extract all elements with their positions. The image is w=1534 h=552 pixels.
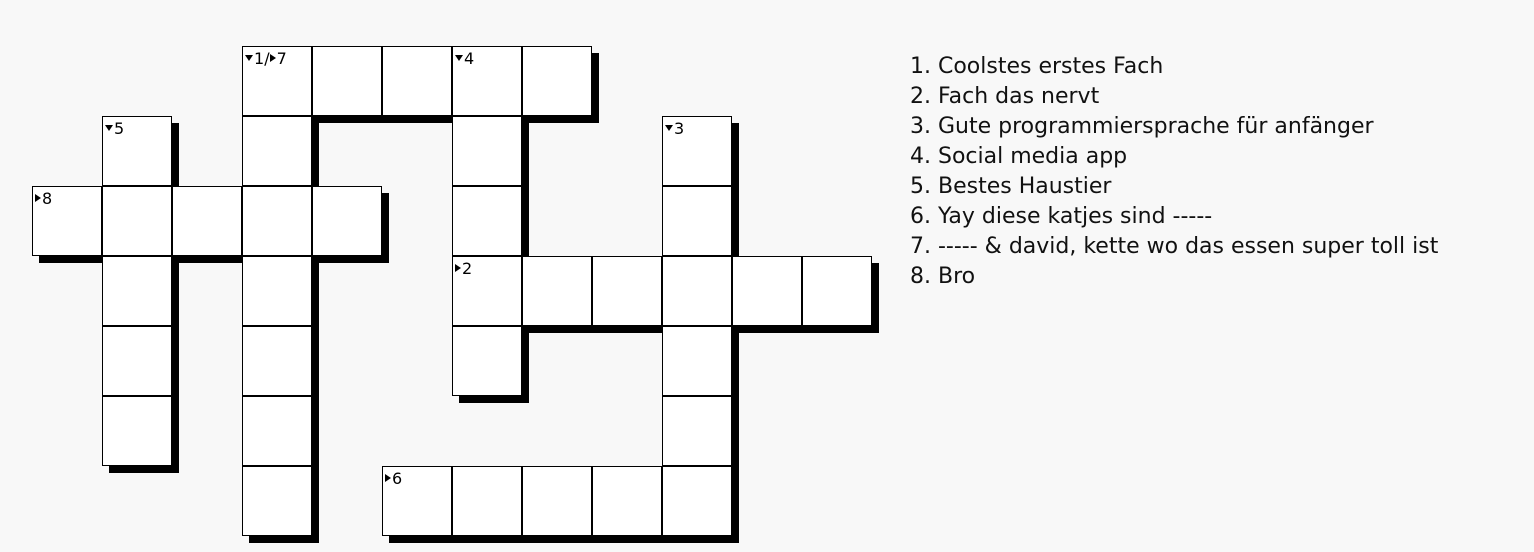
down-arrow-icon — [455, 54, 463, 61]
clue-number-label: 2 — [455, 261, 472, 277]
clue-number: 6 — [392, 469, 403, 488]
clue-number-label: 4 — [455, 51, 474, 67]
grid-cell[interactable]: 6 — [382, 466, 452, 536]
clue-item: 1. Coolstes erstes Fach — [910, 54, 1164, 79]
grid-cell[interactable] — [522, 46, 592, 116]
grid-cell[interactable] — [522, 256, 592, 326]
grid-cell[interactable]: 8 — [32, 186, 102, 256]
grid-cell[interactable] — [242, 256, 312, 326]
right-arrow-icon — [269, 53, 276, 62]
grid-cell[interactable] — [592, 256, 662, 326]
grid-cell[interactable] — [662, 466, 732, 536]
grid-cell[interactable] — [102, 326, 172, 396]
down-arrow-icon — [665, 124, 673, 131]
grid-cell[interactable] — [662, 326, 732, 396]
grid-cell[interactable] — [662, 186, 732, 256]
clue-list: 1. Coolstes erstes Fach 2. Fach das nerv… — [910, 52, 1438, 292]
crossword-grid: 1/7 4 2 5 3 8 6 — [0, 0, 900, 552]
grid-cell[interactable] — [242, 186, 312, 256]
grid-cell[interactable] — [242, 466, 312, 536]
grid-cell[interactable] — [382, 46, 452, 116]
grid-cell[interactable] — [452, 186, 522, 256]
clue-number: 3 — [674, 119, 685, 138]
clue-number: 4 — [464, 49, 475, 68]
grid-cell[interactable] — [312, 186, 382, 256]
clue-number: 8 — [42, 189, 53, 208]
grid-cell[interactable] — [662, 256, 732, 326]
grid-cell[interactable] — [102, 396, 172, 466]
grid-cell[interactable] — [522, 466, 592, 536]
grid-cell[interactable]: 4 — [452, 46, 522, 116]
clue-item: 5. Bestes Haustier — [910, 174, 1112, 199]
right-arrow-icon — [35, 193, 41, 202]
grid-cell[interactable] — [242, 326, 312, 396]
clue-number: 7 — [276, 49, 287, 68]
grid-cell[interactable] — [312, 46, 382, 116]
clue-number: 1 — [254, 49, 265, 68]
clue-number-label: 8 — [35, 191, 52, 207]
grid-cell[interactable] — [732, 256, 802, 326]
grid-cell[interactable] — [802, 256, 872, 326]
grid-cell[interactable] — [242, 116, 312, 186]
grid-cell[interactable]: 3 — [662, 116, 732, 186]
clue-item: 6. Yay diese katjes sind ----- — [910, 204, 1213, 229]
grid-cell[interactable] — [102, 256, 172, 326]
clue-item: 2. Fach das nervt — [910, 84, 1100, 109]
clue-number-label: 6 — [385, 471, 402, 487]
clue-number: 2 — [462, 259, 473, 278]
clue-number-label: 5 — [105, 121, 124, 137]
clue-item: 8. Bro — [910, 264, 976, 289]
grid-cell[interactable] — [452, 326, 522, 396]
clue-item: 7. ----- & david, kette wo das essen sup… — [910, 234, 1439, 259]
clue-number: 5 — [114, 119, 125, 138]
grid-cell[interactable] — [172, 186, 242, 256]
grid-cell[interactable] — [592, 466, 662, 536]
grid-cell[interactable] — [452, 466, 522, 536]
grid-cell[interactable] — [102, 186, 172, 256]
clue-item: 3. Gute programmiersprache für anfänger — [910, 114, 1374, 139]
clue-item: 4. Social media app — [910, 144, 1128, 169]
clue-number-label: 3 — [665, 121, 684, 137]
right-arrow-icon — [385, 473, 391, 482]
grid-cell[interactable] — [242, 396, 312, 466]
right-arrow-icon — [455, 263, 461, 272]
grid-cell[interactable]: 5 — [102, 116, 172, 186]
grid-cell[interactable] — [452, 116, 522, 186]
grid-cell[interactable]: 2 — [452, 256, 522, 326]
down-arrow-icon — [245, 54, 253, 61]
grid-cell[interactable]: 1/7 — [242, 46, 312, 116]
down-arrow-icon — [105, 124, 113, 131]
clue-number-label: 1/7 — [245, 51, 287, 67]
grid-cell[interactable] — [662, 396, 732, 466]
